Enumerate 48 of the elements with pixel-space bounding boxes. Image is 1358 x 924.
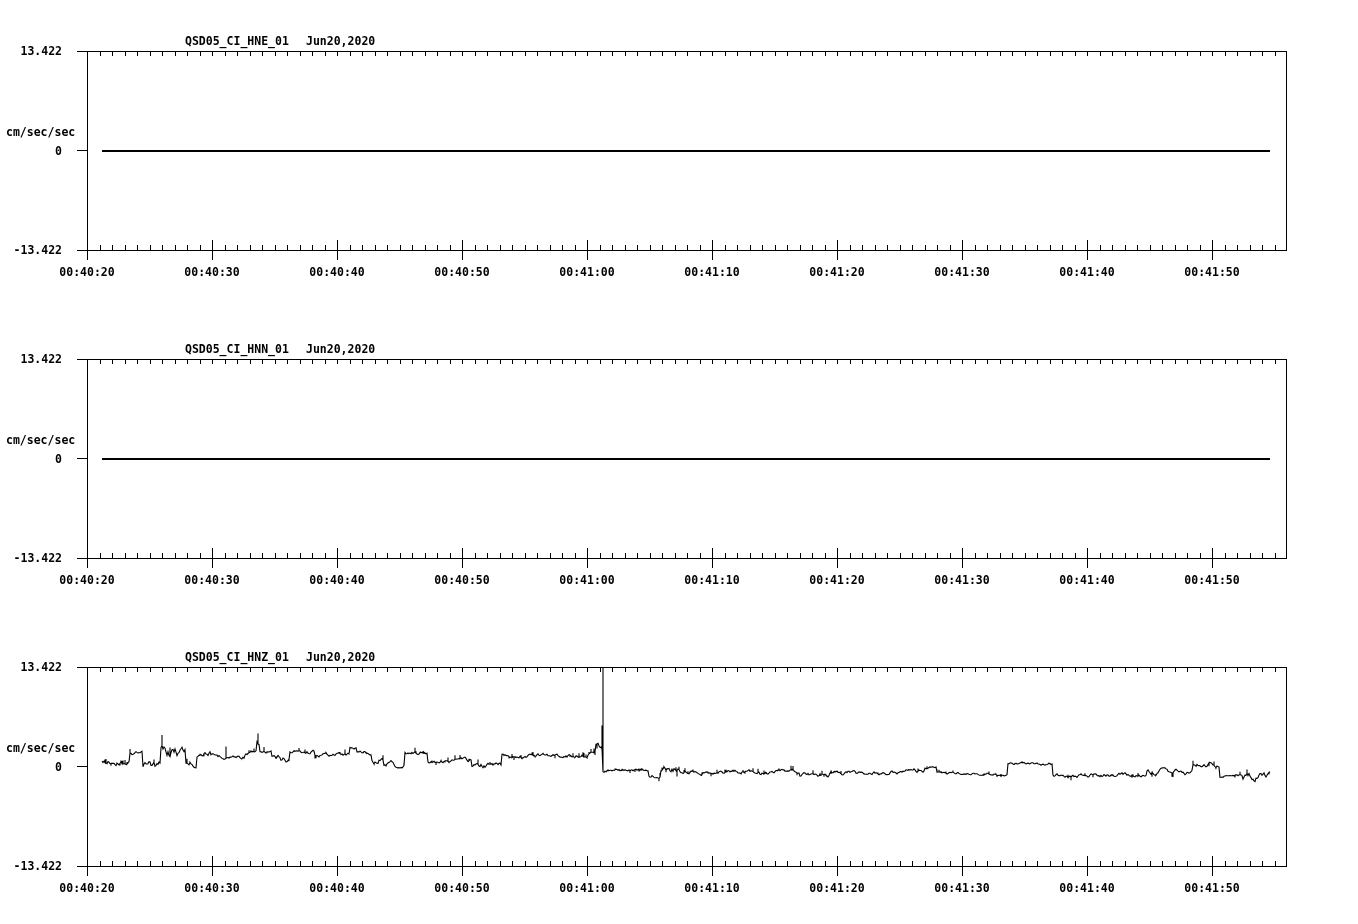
time-label: 00:41:10	[684, 881, 740, 895]
time-label: 00:41:40	[1059, 265, 1115, 279]
unit-label: cm/sec/sec	[6, 125, 76, 139]
time-label: 00:40:40	[309, 265, 365, 279]
time-label: 00:40:20	[59, 573, 115, 587]
time-label: 00:40:50	[434, 265, 490, 279]
time-label: 00:41:50	[1184, 881, 1240, 895]
y-axis-label: -13.422	[13, 551, 62, 565]
date-label: Jun20,2020	[306, 650, 376, 664]
time-label: 00:41:50	[1184, 573, 1240, 587]
y-axis-label: 0	[55, 144, 62, 158]
time-label: 00:40:40	[309, 573, 365, 587]
y-axis-label: -13.422	[13, 859, 62, 873]
time-label: 00:41:20	[809, 573, 865, 587]
y-axis-label: 13.422	[20, 352, 62, 366]
time-label: 00:41:10	[684, 573, 740, 587]
time-label: 00:40:20	[59, 265, 115, 279]
time-label: 00:40:50	[434, 573, 490, 587]
date-label: Jun20,2020	[306, 342, 376, 356]
time-label: 00:41:20	[809, 265, 865, 279]
time-label: 00:40:30	[184, 265, 240, 279]
time-label: 00:41:20	[809, 881, 865, 895]
y-axis-label: 13.422	[20, 660, 62, 674]
time-label: 00:41:30	[934, 265, 990, 279]
y-axis-label: 0	[55, 452, 62, 466]
time-label: 00:41:00	[559, 881, 615, 895]
y-axis-label: 0	[55, 760, 62, 774]
date-label: Jun20,2020	[306, 34, 376, 48]
unit-label: cm/sec/sec	[6, 433, 76, 447]
time-label: 00:41:40	[1059, 573, 1115, 587]
time-label: 00:41:40	[1059, 881, 1115, 895]
time-label: 00:41:10	[684, 265, 740, 279]
time-label: 00:40:30	[184, 573, 240, 587]
time-label: 00:40:20	[59, 881, 115, 895]
station-title: QSD05_CI_HNE_01	[185, 34, 289, 48]
time-label: 00:40:30	[184, 881, 240, 895]
y-axis-label: -13.422	[13, 243, 62, 257]
time-label: 00:41:30	[934, 881, 990, 895]
time-label: 00:41:30	[934, 573, 990, 587]
time-label: 00:41:50	[1184, 265, 1240, 279]
time-label: 00:41:00	[559, 573, 615, 587]
time-label: 00:41:00	[559, 265, 615, 279]
station-title: QSD05_CI_HNZ_01	[185, 650, 289, 664]
station-title: QSD05_CI_HNN_01	[185, 342, 289, 356]
time-label: 00:40:50	[434, 881, 490, 895]
unit-label: cm/sec/sec	[6, 741, 76, 755]
time-label: 00:40:40	[309, 881, 365, 895]
y-axis-label: 13.422	[20, 44, 62, 58]
